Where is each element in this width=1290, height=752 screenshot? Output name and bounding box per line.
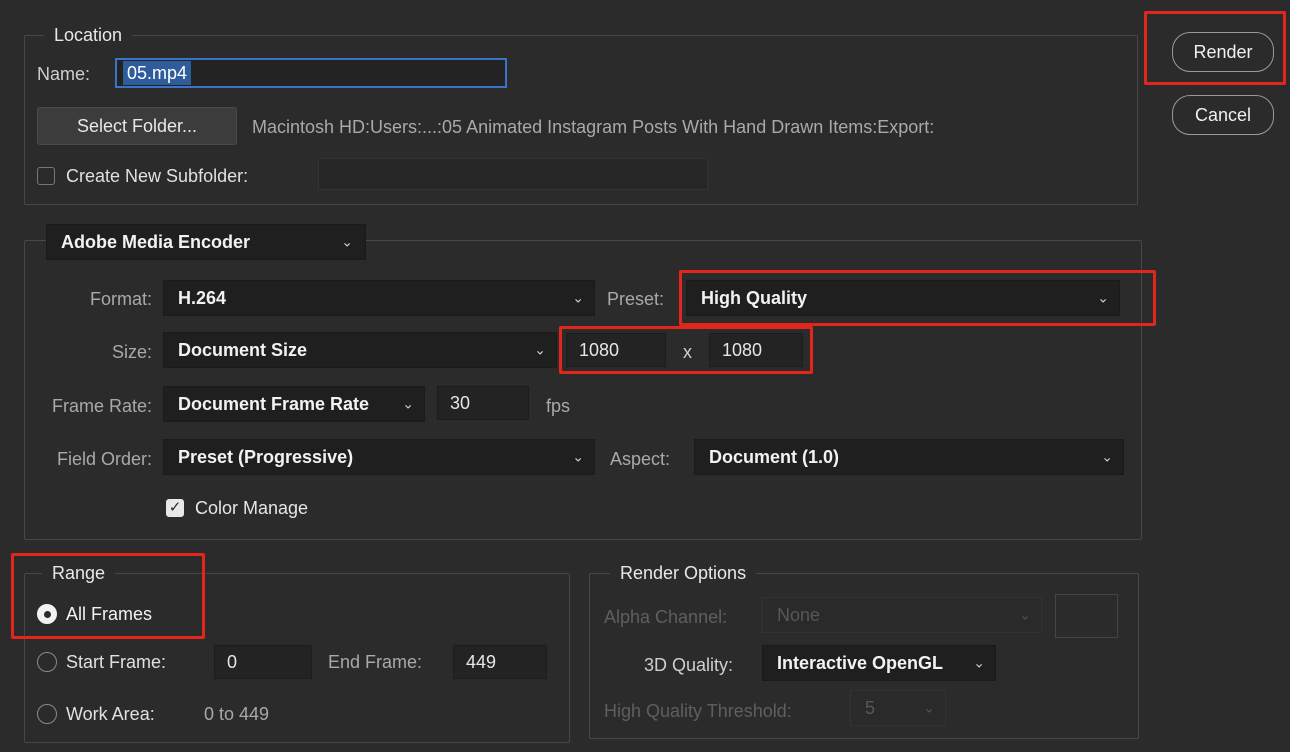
aspect-label: Aspect:	[610, 449, 671, 469]
encoder-selector[interactable]: Adobe Media Encoder ⌄	[46, 224, 366, 260]
work-area-radio[interactable]	[37, 704, 57, 724]
render-options-legend: Render Options	[610, 562, 757, 584]
matte-color-swatch	[1055, 594, 1118, 638]
subfolder-input[interactable]	[318, 158, 708, 190]
chevron-down-icon: ⌄	[341, 233, 353, 250]
end-frame-input[interactable]: 449	[453, 645, 547, 679]
threshold-label: High Quality Threshold:	[604, 701, 792, 721]
width-input[interactable]: 1080	[566, 333, 666, 367]
name-field[interactable]: 05.mp4	[115, 58, 507, 88]
3d-quality-value: Interactive OpenGL	[777, 652, 944, 673]
location-legend: Location	[44, 24, 133, 46]
field-order-dropdown[interactable]: Preset (Progressive) ⌄	[163, 439, 595, 475]
threshold-value: 5	[865, 697, 876, 718]
chevron-down-icon: ⌄	[534, 341, 546, 358]
size-x-label: x	[683, 342, 692, 362]
frame-rate-dropdown[interactable]: Document Frame Rate ⌄	[163, 386, 425, 422]
chevron-down-icon: ⌄	[1097, 289, 1109, 306]
name-label: Name:	[37, 64, 91, 84]
size-value: Document Size	[178, 339, 308, 360]
chevron-down-icon: ⌄	[572, 448, 584, 465]
frame-rate-label: Frame Rate:	[51, 396, 152, 416]
folder-path: Macintosh HD:Users:...:05 Animated Insta…	[252, 117, 935, 137]
field-order-label: Field Order:	[56, 449, 152, 469]
aspect-value: Document (1.0)	[709, 446, 840, 467]
alpha-channel-value: None	[777, 604, 821, 625]
size-label: Size:	[111, 342, 152, 362]
chevron-down-icon: ⌄	[402, 395, 414, 412]
preset-value: High Quality	[701, 287, 808, 308]
field-order-value: Preset (Progressive)	[178, 446, 354, 467]
checkmark-icon: ✓	[168, 499, 182, 516]
work-area-value: 0 to 449	[204, 704, 270, 724]
color-manage-label: Color Manage	[195, 498, 309, 518]
work-area-label: Work Area:	[66, 704, 155, 724]
preset-dropdown[interactable]: High Quality ⌄	[686, 280, 1120, 316]
create-subfolder-checkbox[interactable]	[37, 167, 55, 185]
select-folder-button[interactable]: Select Folder...	[37, 107, 237, 145]
format-value: H.264	[178, 287, 227, 308]
format-label: Format:	[89, 289, 152, 309]
start-frame-radio[interactable]	[37, 652, 57, 672]
start-frame-label: Start Frame:	[66, 652, 167, 672]
create-subfolder-label: Create New Subfolder:	[66, 166, 249, 186]
start-frame-input[interactable]: 0	[214, 645, 312, 679]
encoder-selector-value: Adobe Media Encoder	[61, 231, 251, 252]
all-frames-radio[interactable]	[37, 604, 57, 624]
range-legend: Range	[42, 562, 116, 584]
fps-label: fps	[546, 396, 571, 416]
fps-input[interactable]: 30	[437, 386, 529, 420]
all-frames-label: All Frames	[66, 604, 153, 624]
alpha-channel-label: Alpha Channel:	[604, 607, 728, 627]
threshold-dropdown: 5 ⌄	[850, 690, 946, 726]
cancel-button[interactable]: Cancel	[1172, 95, 1274, 135]
size-dropdown[interactable]: Document Size ⌄	[163, 332, 557, 368]
chevron-down-icon: ⌄	[973, 654, 985, 671]
chevron-down-icon: ⌄	[1019, 606, 1031, 623]
preset-label: Preset:	[607, 289, 665, 309]
height-input[interactable]: 1080	[709, 333, 803, 367]
3d-quality-label: 3D Quality:	[644, 655, 734, 675]
color-manage-checkbox[interactable]: ✓	[166, 499, 184, 517]
name-value: 05.mp4	[123, 61, 192, 85]
format-dropdown[interactable]: H.264 ⌄	[163, 280, 595, 316]
end-frame-label: End Frame:	[328, 652, 423, 672]
render-button[interactable]: Render	[1172, 32, 1274, 72]
chevron-down-icon: ⌄	[572, 289, 584, 306]
chevron-down-icon: ⌄	[923, 699, 935, 716]
aspect-dropdown[interactable]: Document (1.0) ⌄	[694, 439, 1124, 475]
chevron-down-icon: ⌄	[1101, 448, 1113, 465]
alpha-channel-dropdown: None ⌄	[762, 597, 1042, 633]
frame-rate-value: Document Frame Rate	[178, 393, 370, 414]
3d-quality-dropdown[interactable]: Interactive OpenGL ⌄	[762, 645, 996, 681]
